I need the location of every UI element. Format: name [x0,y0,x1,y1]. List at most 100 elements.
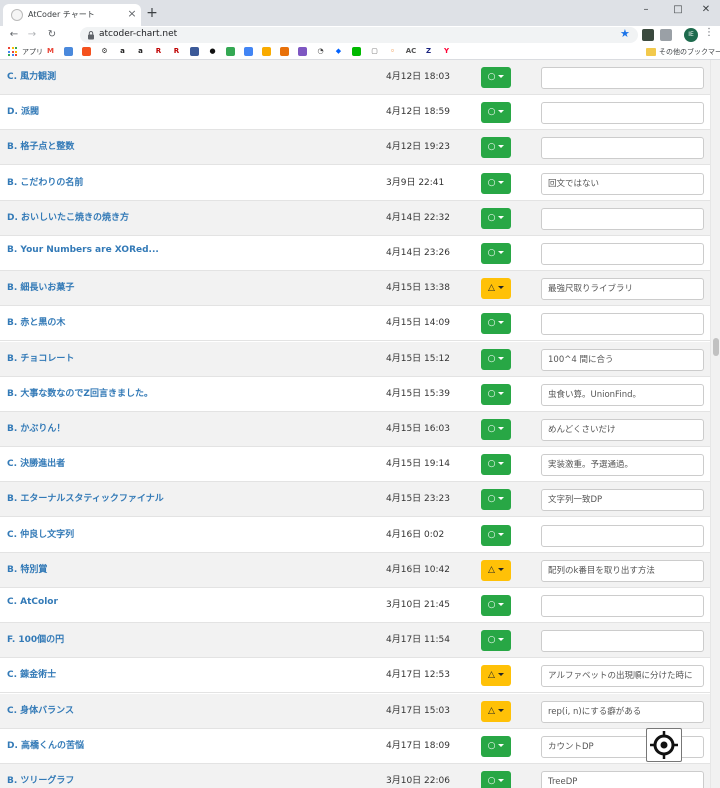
memo-input[interactable] [541,630,704,653]
forward-arrow-icon[interactable]: → [24,27,40,43]
address-bar[interactable]: atcoder-chart.net ★ [80,27,638,43]
status-dropdown-button[interactable]: △ [481,278,511,300]
apps-label[interactable]: アプリ [22,47,43,57]
status-dropdown-button[interactable]: △ [481,559,511,581]
gmail-bookmark-icon[interactable]: M [46,47,55,56]
scrollbar-thumb[interactable] [713,338,719,356]
problem-link[interactable]: B. かぶりん！ [7,421,65,434]
bookmark-icon[interactable]: ◦ [388,47,397,56]
status-dropdown-button[interactable]: ○ [481,419,511,440]
bookmark-icon[interactable]: ◔ [316,47,325,56]
problem-link[interactable]: C. 仲良し文字列 [7,527,74,540]
atcoder-bookmark-icon[interactable]: AC [404,47,418,56]
memo-input[interactable]: 最強尺取りライブラリ [541,278,704,301]
rakuten-bookmark-icon[interactable]: R [172,47,181,56]
memo-input[interactable]: 実装激重。予選通過。 [541,454,704,477]
problem-link[interactable]: B. 赤と黒の木 [7,315,65,328]
status-dropdown-button[interactable]: ○ [481,454,511,476]
drive-bookmark-icon[interactable] [226,47,235,56]
memo-input[interactable] [541,595,704,617]
memo-input[interactable] [541,243,704,265]
memo-input[interactable] [541,137,704,160]
memo-input[interactable]: 虫食い算。UnionFind。 [541,383,704,406]
status-dropdown-button[interactable]: ○ [481,735,511,757]
tab-atcoder-chart[interactable]: AtCoder チャート × [3,4,141,26]
problem-link[interactable]: B. チョコレート [7,351,74,364]
status-dropdown-button[interactable]: ○ [481,383,511,405]
status-dropdown-button[interactable]: ○ [481,313,511,335]
dropbox-bookmark-icon[interactable]: ◆ [334,47,343,56]
memo-input[interactable]: めんどくさいだけ [541,419,704,441]
other-bookmarks-label[interactable]: その他のブックマーク [659,47,720,57]
minimize-button[interactable]: – [632,2,660,18]
status-dropdown-button[interactable]: △ [481,665,511,687]
problem-link[interactable]: C. 錬金術士 [7,667,56,680]
status-dropdown-button[interactable]: ○ [481,172,511,194]
yahoo-bookmark-icon[interactable]: Y [442,47,451,56]
problem-link[interactable]: D. 高橋くんの苦悩 [7,738,84,751]
memo-input[interactable]: 回文ではない [541,172,704,195]
status-dropdown-button[interactable]: ○ [481,207,511,229]
memo-input[interactable]: 文字列一致DP [541,489,704,512]
reload-icon[interactable]: ↻ [44,27,60,43]
problem-link[interactable]: B. 特別賞 [7,562,47,575]
extension-icon[interactable] [642,29,654,41]
problem-link[interactable]: B. 格子点と整数 [7,139,74,152]
status-dropdown-button[interactable]: ○ [481,243,511,264]
bookmark-icon[interactable] [82,47,91,56]
problem-link[interactable]: B. エターナルスタティックファイナル [7,491,164,504]
memo-input[interactable]: アルファベットの出現順に分けた時に [541,665,704,688]
problem-link[interactable]: F. 100個の円 [7,632,64,645]
memo-input[interactable] [541,524,704,547]
new-tab-button[interactable]: + [144,5,160,21]
status-dropdown-button[interactable]: △ [481,700,511,722]
calendar-bookmark-icon[interactable] [190,47,199,56]
translate-bookmark-icon[interactable] [244,47,253,56]
bookmark-icon[interactable] [280,47,289,56]
bookmark-star-icon[interactable]: ★ [620,27,630,40]
problem-link[interactable]: C. AtColor [7,597,58,607]
settings-bookmark-icon[interactable]: ⚙ [100,47,109,56]
memo-input[interactable]: 100^4 間に合う [541,348,704,371]
tab-close-icon[interactable]: × [126,7,138,21]
status-dropdown-button[interactable]: ○ [481,137,511,159]
scroll-to-current-button[interactable] [646,728,682,762]
bookmark-icon[interactable] [262,47,271,56]
problem-link[interactable]: B. こだわりの名前 [7,175,83,188]
status-dropdown-button[interactable]: ○ [481,348,511,370]
status-dropdown-button[interactable]: ○ [481,595,511,616]
amazon-bookmark-icon[interactable]: a [118,47,127,56]
status-dropdown-button[interactable]: ○ [481,489,511,511]
memo-input[interactable] [541,102,704,125]
github-bookmark-icon[interactable]: ● [208,47,217,56]
problem-link[interactable]: C. 風力観測 [7,69,56,82]
status-dropdown-button[interactable]: ○ [481,102,511,124]
problem-link[interactable]: B. ツリーグラフ [7,773,74,786]
problem-link[interactable]: C. 身体バランス [7,703,74,716]
vertical-scrollbar[interactable] [710,60,720,788]
profile-avatar[interactable]: IE [684,28,698,42]
problem-link[interactable]: B. 細長いお菓子 [7,280,74,293]
problem-link[interactable]: D. 派閥 [7,104,39,117]
memo-input[interactable] [541,67,704,89]
problem-link[interactable]: C. 決勝進出者 [7,456,65,469]
problem-link[interactable]: D. おいしいたこ焼きの焼き方 [7,210,129,223]
apps-grid-icon[interactable] [8,47,17,56]
status-dropdown-button[interactable]: ○ [481,67,511,88]
amazon-bookmark-icon[interactable]: a [136,47,145,56]
more-menu-icon[interactable]: ⋮ [704,27,714,38]
rakuten-bookmark-icon[interactable]: R [154,47,163,56]
bookmark-icon[interactable]: ▢ [370,47,379,56]
line-bookmark-icon[interactable] [352,47,361,56]
status-dropdown-button[interactable]: ○ [481,630,511,652]
memo-input[interactable] [541,207,704,230]
status-dropdown-button[interactable]: ○ [481,524,511,546]
close-window-button[interactable]: ✕ [692,2,720,18]
problem-link[interactable]: B. Your Numbers are XORed... [7,245,159,255]
maximize-button[interactable]: □ [664,2,692,18]
status-dropdown-button[interactable]: ○ [481,771,511,788]
memo-input[interactable]: 配列のk番目を取り出す方法 [541,559,704,582]
bookmark-icon[interactable]: Z [424,47,433,56]
back-arrow-icon[interactable]: ← [6,27,22,43]
bookmark-icon[interactable] [298,47,307,56]
